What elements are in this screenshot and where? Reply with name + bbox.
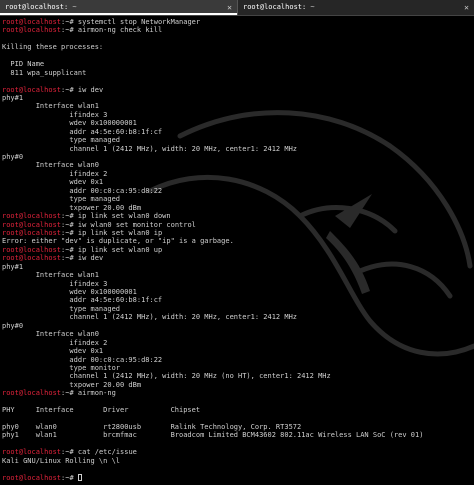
command-line: root@localhost:~# systemctl stop Network…	[2, 18, 474, 26]
command-text: airmon-ng	[73, 389, 116, 398]
output-line: ifindex 3	[2, 279, 108, 288]
command-text: cat /etc/issue	[73, 448, 137, 457]
output-line: addr a4:5e:60:b8:1f:cf	[2, 127, 163, 136]
prompt-user-host: root@localhost	[2, 473, 62, 482]
prompt-user-host: root@localhost	[2, 212, 62, 221]
command-line: root@localhost:~# iw dev	[2, 86, 474, 94]
prompt-path: :~#	[61, 85, 74, 94]
command-text: systemctl stop NetworkManager	[73, 18, 201, 26]
output-line: Interface wlan1	[2, 271, 99, 280]
output-line: channel 1 (2412 MHz), width: 20 MHz (no …	[2, 372, 331, 381]
output-line: phy#1	[2, 262, 24, 271]
prompt-user-host: root@localhost	[2, 18, 62, 26]
output-line: Interface wlan1	[2, 102, 99, 111]
output-line: channel 1 (2412 MHz), width: 20 MHz, cen…	[2, 144, 298, 153]
prompt-path: :~#	[61, 18, 74, 26]
tab-terminal-2[interactable]: root@localhost: ~ ✕	[238, 0, 474, 15]
command-line: root@localhost:~# ip link set wlan0 down	[2, 212, 474, 220]
output-line: PID Name	[2, 60, 45, 69]
tab-title-path: ~	[68, 3, 77, 11]
output-line: channel 1 (2412 MHz), width: 20 MHz, cen…	[2, 313, 298, 322]
output-line: 811 wpa_supplicant	[2, 68, 87, 77]
command-text: ip link set wlan0 up	[73, 245, 163, 254]
command-text: iw wlan0 set monitor control	[73, 220, 196, 229]
command-line: root@localhost:~# ip link set wlan0 up	[2, 246, 474, 254]
output-line: txpower 20.00 dBm	[2, 203, 142, 212]
prompt-user-host: root@localhost	[2, 220, 62, 229]
prompt-user-host: root@localhost	[2, 85, 62, 94]
prompt-path: :~#	[61, 254, 74, 263]
output-line: txpower 20.00 dBm	[2, 380, 142, 389]
tab-terminal-1[interactable]: root@localhost: ~ ✕	[0, 0, 237, 15]
output-line: Kali GNU/Linux Rolling \n \l	[2, 456, 121, 465]
output-line: ifindex 2	[2, 169, 108, 178]
output-line: phy#1	[2, 93, 24, 102]
command-line: root@localhost:~# cat /etc/issue	[2, 448, 474, 456]
prompt-path: :~#	[61, 245, 74, 254]
prompt-user-host: root@localhost	[2, 448, 62, 457]
close-icon[interactable]: ✕	[227, 0, 232, 15]
prompt-path: :~#	[61, 212, 74, 221]
output-line: type managed	[2, 195, 121, 204]
output-line: wdev 0x1	[2, 178, 104, 187]
output-line: ifindex 3	[2, 110, 108, 119]
command-text: airmon-ng check kill	[73, 26, 163, 35]
close-icon[interactable]: ✕	[464, 0, 469, 15]
command-text: iw dev	[73, 254, 104, 263]
prompt-path: :~#	[61, 473, 74, 482]
output-line: Error: either "dev" is duplicate, or "ip…	[2, 237, 234, 246]
output-line: type managed	[2, 136, 121, 145]
output-line: phy#0	[2, 153, 24, 161]
command-text: ip link set wlan0 ip	[73, 228, 163, 237]
tab-title-path: ~	[306, 3, 315, 11]
command-line: root@localhost:~# airmon-ng check kill	[2, 26, 474, 34]
tab-bar: root@localhost: ~ ✕ root@localhost: ~ ✕	[0, 0, 474, 16]
prompt-user-host: root@localhost	[2, 26, 62, 35]
output-line: phy1 wlan1 brcmfmac Broadcom Limited BCM…	[2, 431, 424, 440]
output-line: Killing these processes:	[2, 43, 104, 52]
output-line: type managed	[2, 304, 121, 313]
output-line: phy0 wlan0 rt2800usb Ralink Technology, …	[2, 423, 302, 431]
prompt-path: :~#	[61, 228, 74, 237]
output-line: wdev 0x100000001	[2, 119, 137, 128]
output-line: type monitor	[2, 363, 121, 372]
prompt-user-host: root@localhost	[2, 254, 62, 263]
prompt-user-host: root@localhost	[2, 245, 62, 254]
prompt-user-host: root@localhost	[2, 228, 62, 237]
output-line: wdev 0x100000001	[2, 288, 137, 296]
output-line: Interface wlan0	[2, 161, 99, 170]
command-line: root@localhost:~# iw wlan0 set monitor c…	[2, 221, 474, 229]
terminal-area[interactable]: root@localhost:~# systemctl stop Network…	[0, 16, 474, 485]
prompt-path: :~#	[61, 389, 74, 398]
prompt-path: :~#	[61, 448, 74, 457]
output-line: wdev 0x1	[2, 347, 104, 356]
command-line: root@localhost:~#	[2, 474, 474, 482]
command-text: iw dev	[73, 85, 104, 94]
command-line: root@localhost:~# ip link set wlan0 ip	[2, 229, 474, 237]
command-line: root@localhost:~# airmon-ng	[2, 389, 474, 397]
output-line: addr a4:5e:60:b8:1f:cf	[2, 296, 163, 305]
terminal-output: root@localhost:~# systemctl stop Network…	[2, 18, 474, 482]
prompt-path: :~#	[61, 26, 74, 35]
prompt-path: :~#	[61, 220, 74, 229]
output-line: Interface wlan0	[2, 330, 99, 339]
prompt-user-host: root@localhost	[2, 389, 62, 398]
output-line: addr 00:c0:ca:95:d8:22	[2, 186, 163, 195]
command-line: root@localhost:~# iw dev	[2, 254, 474, 262]
tab-title: root@localhost:	[243, 3, 307, 11]
output-line: addr 00:c0:ca:95:d8:22	[2, 355, 163, 364]
tab-title: root@localhost:	[5, 3, 69, 11]
output-line: ifindex 2	[2, 338, 108, 347]
output-line: PHY Interface Driver Chipset	[2, 406, 201, 415]
command-text: ip link set wlan0 down	[73, 212, 171, 221]
text-cursor[interactable]	[77, 474, 82, 482]
output-line: phy#0	[2, 321, 24, 330]
